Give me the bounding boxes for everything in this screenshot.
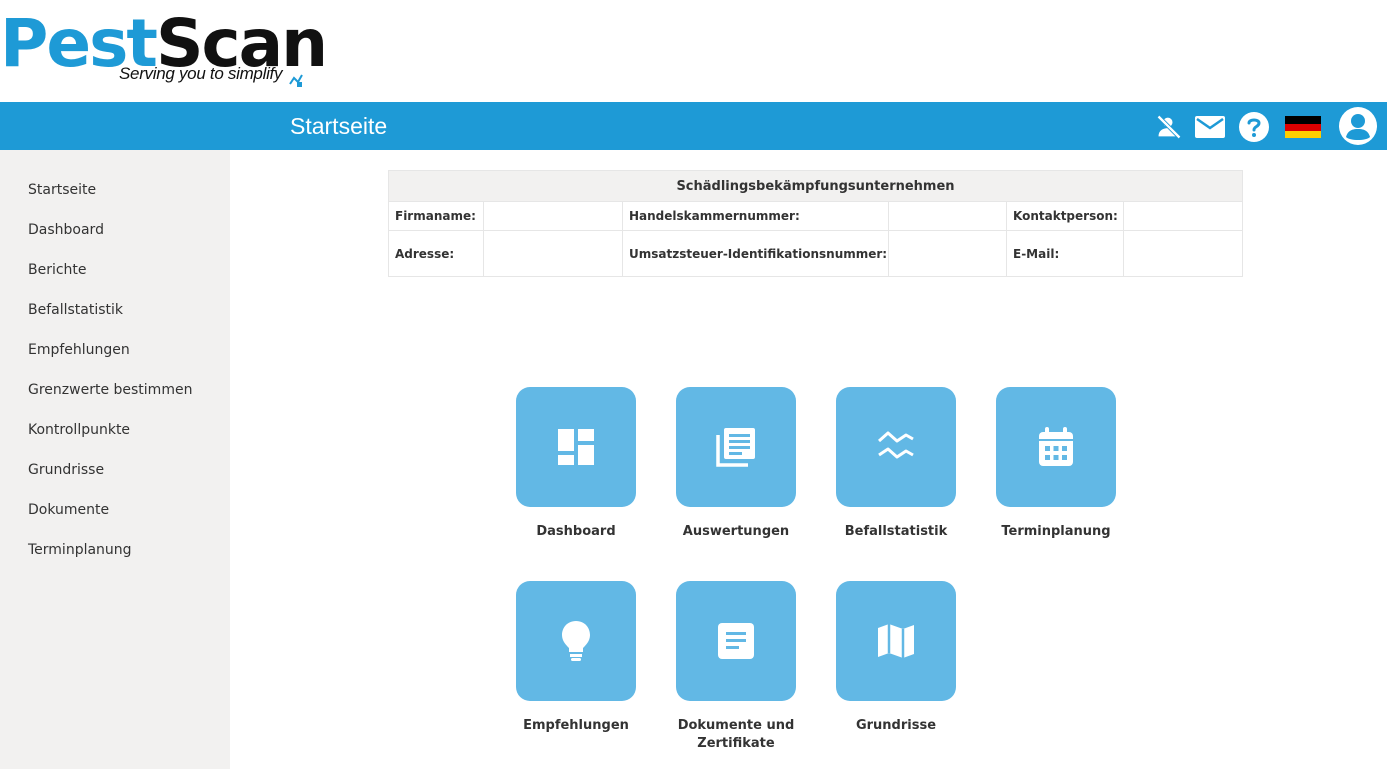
sidebar-item-dashboard[interactable]: Dashboard <box>28 222 104 238</box>
email-value <box>1124 231 1242 276</box>
flag-de-icon[interactable] <box>1285 110 1321 144</box>
address-label: Adresse: <box>389 231 484 276</box>
sidebar: Startseite Dashboard Berichte Befallstat… <box>0 150 230 769</box>
tile-auswertungen-label: Auswertungen <box>682 524 790 539</box>
chamber-number-value <box>889 202 1007 230</box>
company-table-heading: Schädlingsbekämpfungsunternehmen <box>389 171 1242 201</box>
sidebar-item-kontrollpunkte[interactable]: Kontrollpunkte <box>28 422 130 438</box>
address-value <box>484 231 623 276</box>
tile-befallstatistik-label: Befallstatistik <box>844 524 948 539</box>
tile-dashboard[interactable] <box>516 387 636 507</box>
contact-person-label: Kontaktperson: <box>1007 202 1124 230</box>
user-avatar-icon[interactable] <box>1338 106 1378 146</box>
tile-dokumente[interactable] <box>676 581 796 701</box>
tile-empfehlungen[interactable] <box>516 581 636 701</box>
page-title: Startseite <box>290 113 388 139</box>
sidebar-item-befallstatistik[interactable]: Befallstatistik <box>28 302 123 318</box>
vat-id-value <box>889 231 1007 276</box>
mail-icon[interactable] <box>1193 110 1227 144</box>
tile-grundrisse-label: Grundrisse <box>855 718 937 733</box>
table-row: Adresse: Umsatzsteuer-Identifikationsnum… <box>389 230 1242 276</box>
sidebar-item-startseite[interactable]: Startseite <box>28 182 96 198</box>
email-label: E-Mail: <box>1007 231 1124 276</box>
tile-dashboard-label: Dashboard <box>536 524 616 539</box>
tile-terminplanung-label: Terminplanung <box>1001 524 1111 539</box>
header-bar: Startseite <box>0 102 1387 150</box>
tile-auswertungen[interactable] <box>676 387 796 507</box>
logo-tagline: Serving you to simplify <box>119 64 283 83</box>
vat-id-label: Umsatzsteuer-Identifikationsnummer: <box>623 231 889 276</box>
sidebar-item-terminplanung[interactable]: Terminplanung <box>28 542 132 558</box>
chamber-number-label: Handelskammernummer: <box>623 202 889 230</box>
document-icon <box>718 623 754 659</box>
tile-empfehlungen-label: Empfehlungen <box>523 718 629 733</box>
tile-befallstatistik[interactable] <box>836 387 956 507</box>
calendar-icon <box>1039 427 1073 466</box>
reports-icon <box>716 428 755 467</box>
logo-mark-icon <box>289 74 303 87</box>
sidebar-item-berichte[interactable]: Berichte <box>28 262 87 278</box>
table-row: Firmaname: Handelskammernummer: Kontaktp… <box>389 201 1242 230</box>
contact-person-value <box>1124 202 1242 230</box>
sidebar-item-dokumente[interactable]: Dokumente <box>28 502 109 518</box>
tile-grundrisse[interactable] <box>836 581 956 701</box>
notifications-off-icon[interactable] <box>1152 110 1186 144</box>
company-name-label: Firmaname: <box>389 202 484 230</box>
help-icon[interactable] <box>1237 110 1271 144</box>
statistics-icon <box>878 431 914 459</box>
company-name-value <box>484 202 623 230</box>
logo-area: PestScan Serving you to simplify <box>0 0 1387 102</box>
company-info-table: Schädlingsbekämpfungsunternehmen Firmana… <box>388 170 1243 277</box>
tile-terminplanung[interactable] <box>996 387 1116 507</box>
lightbulb-icon <box>562 621 590 661</box>
tile-dokumente-label: Dokumente und Zertifikate <box>677 718 795 751</box>
dashboard-icon <box>558 429 594 465</box>
sidebar-item-empfehlungen[interactable]: Empfehlungen <box>28 342 130 358</box>
map-icon <box>878 624 914 658</box>
sidebar-item-grundrisse[interactable]: Grundrisse <box>28 462 104 478</box>
sidebar-item-grenzwerte[interactable]: Grenzwerte bestimmen <box>28 382 192 398</box>
